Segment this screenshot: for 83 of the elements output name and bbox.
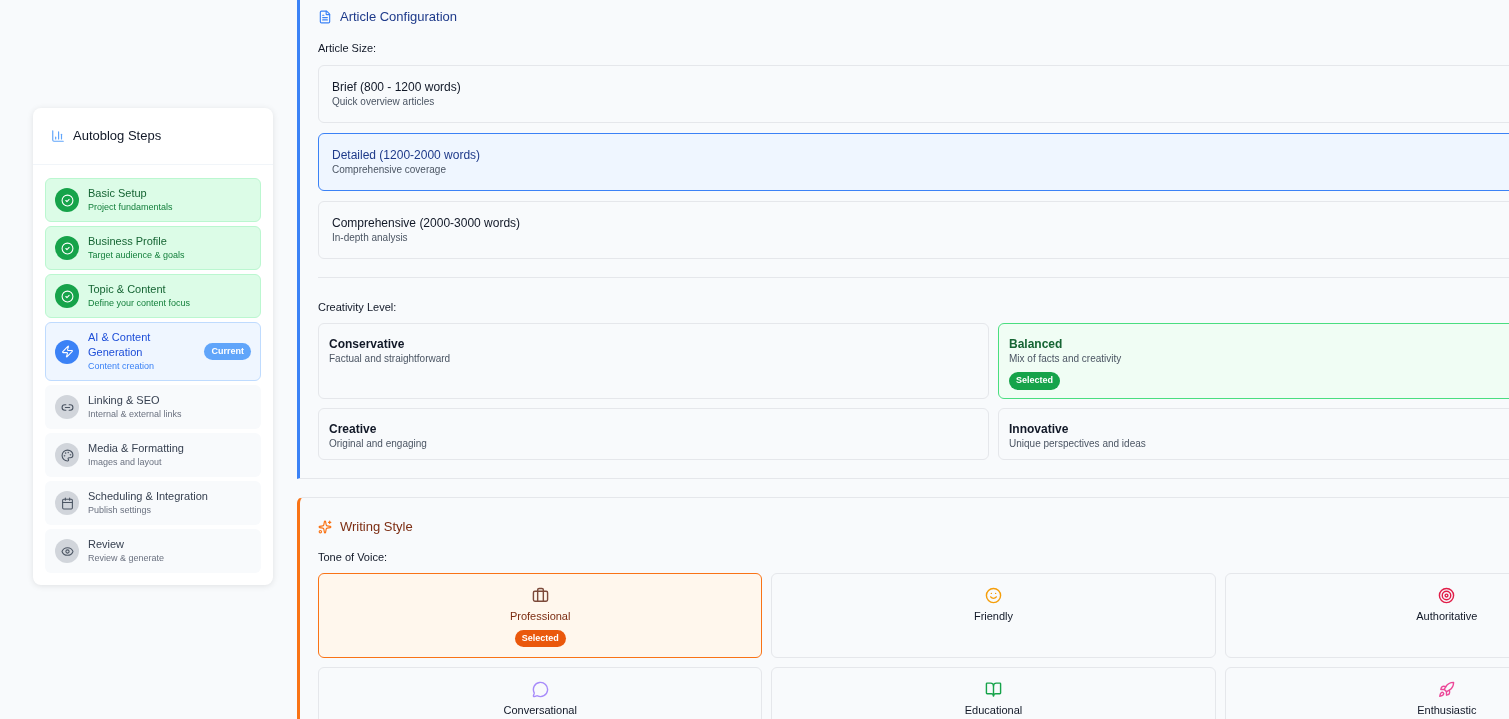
option-subtitle: Comprehensive coverage bbox=[332, 162, 447, 177]
field-label: Article Size: bbox=[318, 41, 378, 56]
tone-option[interactable]: Conversational bbox=[318, 667, 763, 719]
option-title: Brief (800 - 1200 words) bbox=[332, 78, 462, 95]
tone-label: Conversational bbox=[503, 703, 577, 718]
step-subtitle: Target audience & goals bbox=[88, 249, 186, 262]
document-icon bbox=[318, 10, 332, 24]
step-subtitle: Content creation bbox=[88, 360, 156, 373]
step-title: Topic & Content bbox=[88, 282, 167, 297]
step-item[interactable]: Review Review & generate bbox=[45, 529, 261, 573]
selected-badge: Selected bbox=[1009, 372, 1061, 390]
tone-option[interactable]: Professional Selected bbox=[318, 573, 763, 658]
step-item[interactable]: Scheduling & Integration Publish settings bbox=[45, 481, 261, 525]
option-subtitle: In-depth analysis bbox=[332, 230, 409, 245]
option-subtitle: Original and engaging bbox=[329, 436, 427, 451]
option-subtitle: Unique perspectives and ideas bbox=[1009, 436, 1146, 451]
step-item[interactable]: Topic & Content Define your content focus bbox=[45, 274, 261, 318]
step-title: Basic Setup bbox=[88, 186, 148, 201]
option-title: Conservative bbox=[329, 336, 405, 352]
option-title: Comprehensive (2000-3000 words) bbox=[332, 214, 522, 231]
rocket-icon bbox=[1438, 681, 1456, 698]
step-title: Review bbox=[88, 537, 126, 552]
step-status-icon bbox=[55, 188, 79, 212]
creativity-option[interactable]: Creative Original and engaging bbox=[318, 407, 989, 460]
selected-badge: Selected bbox=[514, 629, 566, 647]
bar-chart-icon bbox=[51, 129, 65, 143]
step-title: AI & Content Generation bbox=[88, 330, 152, 360]
section-title: Article Configuration bbox=[340, 8, 458, 27]
option-subtitle: Mix of facts and creativity bbox=[1009, 352, 1122, 366]
option-title: Creative bbox=[329, 420, 377, 437]
step-subtitle: Internal & external links bbox=[88, 408, 183, 421]
step-status-icon bbox=[55, 395, 79, 419]
step-status-icon bbox=[55, 236, 79, 260]
panel-title: Autoblog Steps bbox=[73, 127, 162, 146]
size-option[interactable]: Comprehensive (2000-3000 words) In-depth analysis bbox=[318, 200, 1509, 259]
field-label: Creativity Level: bbox=[318, 299, 398, 315]
tone-option[interactable]: Authoritative bbox=[1224, 573, 1509, 658]
step-item[interactable]: Linking & SEO Internal & external links bbox=[45, 385, 261, 429]
step-subtitle: Project fundamentals bbox=[88, 201, 174, 214]
tone-label: Enthusiastic bbox=[1417, 703, 1477, 718]
sparkle-icon bbox=[318, 519, 332, 534]
step-item[interactable]: Business Profile Target audience & goals bbox=[45, 226, 261, 270]
current-badge: Current bbox=[204, 342, 251, 361]
step-status-icon bbox=[55, 539, 79, 563]
step-item[interactable]: AI & Content Generation Content creation Current bbox=[45, 322, 261, 381]
tone-label: Authoritative bbox=[1416, 609, 1478, 624]
tone-option[interactable]: Enthusiastic bbox=[1224, 667, 1509, 719]
step-subtitle: Review & generate bbox=[88, 552, 166, 565]
speech-bubble-icon bbox=[531, 681, 549, 698]
step-status-icon bbox=[55, 443, 79, 467]
step-title: Business Profile bbox=[88, 234, 168, 249]
option-subtitle: Factual and straightforward bbox=[329, 352, 451, 366]
step-item[interactable]: Basic Setup Project fundamentals bbox=[45, 178, 261, 222]
option-title: Detailed (1200-2000 words) bbox=[332, 146, 482, 163]
books-icon bbox=[985, 681, 1002, 698]
option-subtitle: Quick overview articles bbox=[332, 94, 436, 109]
step-item[interactable]: Media & Formatting Images and layout bbox=[45, 433, 261, 477]
creativity-option[interactable]: Innovative Unique perspectives and ideas bbox=[998, 407, 1509, 460]
step-status-icon bbox=[55, 284, 79, 308]
step-subtitle: Images and layout bbox=[88, 456, 163, 469]
size-option[interactable]: Brief (800 - 1200 words) Quick overview articles bbox=[318, 64, 1509, 123]
field-label: Tone of Voice: bbox=[318, 549, 389, 565]
step-title: Scheduling & Integration bbox=[88, 489, 209, 504]
target-icon bbox=[1438, 587, 1456, 604]
creativity-option[interactable]: Balanced Mix of facts and creativity Selected bbox=[998, 323, 1509, 399]
step-status-icon bbox=[55, 339, 79, 364]
tone-option[interactable]: Educational bbox=[771, 667, 1216, 719]
option-title: Innovative bbox=[1009, 420, 1069, 437]
creativity-option[interactable]: Conservative Factual and straightforward bbox=[318, 323, 989, 399]
tone-label: Educational bbox=[964, 703, 1023, 718]
step-title: Linking & SEO bbox=[88, 393, 161, 408]
section-title: Writing Style bbox=[340, 517, 413, 536]
size-option[interactable]: Detailed (1200-2000 words) Comprehensive coverage bbox=[318, 132, 1509, 191]
tone-label: Friendly bbox=[973, 609, 1014, 624]
tone-option[interactable]: Friendly bbox=[771, 573, 1216, 658]
smiley-icon bbox=[985, 587, 1002, 604]
step-subtitle: Define your content focus bbox=[88, 297, 192, 310]
briefcase-icon bbox=[531, 587, 549, 604]
tone-label: Professional bbox=[509, 609, 571, 624]
option-title: Balanced bbox=[1009, 336, 1063, 352]
step-title: Media & Formatting bbox=[88, 441, 185, 456]
step-status-icon bbox=[55, 491, 79, 515]
step-subtitle: Publish settings bbox=[88, 504, 153, 517]
